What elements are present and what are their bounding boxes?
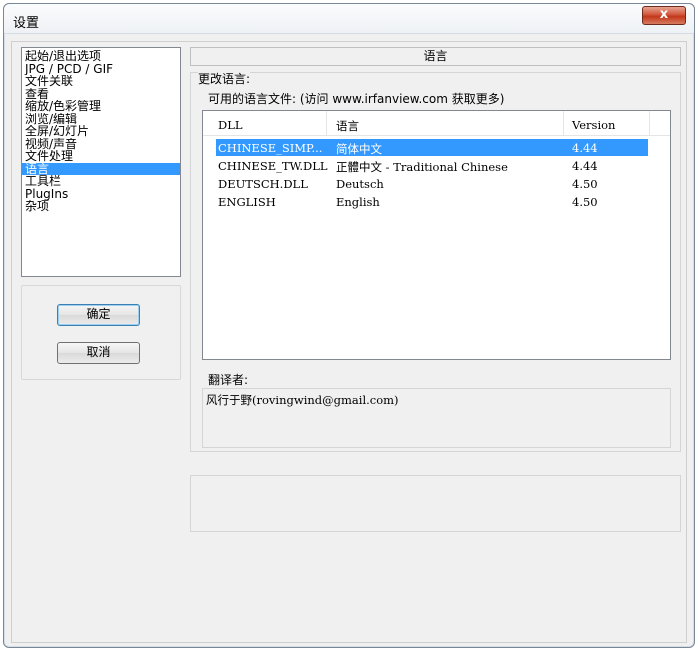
change-language-label: 更改语言: <box>198 70 251 87</box>
dialog-content: 起始/退出选项 JPG / PCD / GIF 文件关联 查看 缩放/色彩管理 … <box>11 41 687 643</box>
nav-item-zoom-color[interactable]: 缩放/色彩管理 <box>22 100 180 113</box>
close-icon: x <box>659 7 669 22</box>
column-header-dll[interactable]: DLL <box>218 118 243 132</box>
nav-item-file-associations[interactable]: 文件关联 <box>22 75 180 88</box>
table-row[interactable]: CHINESE_TW.DLL 正體中文 - Traditional Chines… <box>203 157 670 174</box>
table-row[interactable]: ENGLISH English 4.50 <box>203 193 670 210</box>
column-header-version[interactable]: Version <box>572 118 615 132</box>
row-dll: DEUTSCH.DLL <box>218 177 308 191</box>
panel-header: 语言 <box>190 47 681 66</box>
row-language: English <box>336 195 380 209</box>
row-dll: CHINESE_SIMP... <box>218 141 323 155</box>
column-separator[interactable] <box>649 111 650 135</box>
row-language: Deutsch <box>336 177 384 191</box>
column-separator[interactable] <box>326 111 327 135</box>
info-panel <box>190 475 681 532</box>
column-header-language[interactable]: 语言 <box>336 118 359 134</box>
row-dll: CHINESE_TW.DLL <box>218 159 328 173</box>
row-version: 4.44 <box>572 159 598 173</box>
nav-item-browse-edit[interactable]: 浏览/编辑 <box>22 113 180 126</box>
nav-item-fullscreen-slideshow[interactable]: 全屏/幻灯片 <box>22 125 180 138</box>
nav-item-misc[interactable]: 杂项 <box>22 200 180 213</box>
available-files-label: 可用的语言文件: (访问 www.irfanview.com 获取更多) <box>208 90 505 107</box>
nav-item-startup[interactable]: 起始/退出选项 <box>22 50 180 63</box>
row-version: 4.50 <box>572 195 598 209</box>
cancel-button[interactable]: 取消 <box>57 342 140 364</box>
settings-category-list[interactable]: 起始/退出选项 JPG / PCD / GIF 文件关联 查看 缩放/色彩管理 … <box>21 47 181 277</box>
nav-item-plugins[interactable]: PlugIns <box>22 188 180 201</box>
list-header: DLL 语言 Version <box>203 111 670 136</box>
translator-info-box: 风行于野(rovingwind@gmail.com) <box>202 388 671 448</box>
nav-item-viewing[interactable]: 查看 <box>22 88 180 101</box>
nav-item-toolbar[interactable]: 工具栏 <box>22 175 180 188</box>
row-language: 简体中文 <box>336 142 382 156</box>
table-row[interactable]: DEUTSCH.DLL Deutsch 4.50 <box>203 175 670 192</box>
button-group: 确定 取消 <box>21 285 181 380</box>
window-title: 设置 <box>13 16 40 31</box>
title-bar[interactable]: 设置 x <box>4 4 694 34</box>
column-separator[interactable] <box>563 111 564 135</box>
translator-label: 翻译者: <box>208 371 249 388</box>
row-version: 4.50 <box>572 177 598 191</box>
row-version: 4.44 <box>572 141 598 155</box>
ok-button[interactable]: 确定 <box>57 304 140 326</box>
row-language: 正體中文 - Traditional Chinese <box>336 160 508 174</box>
settings-dialog: 设置 x 起始/退出选项 JPG / PCD / GIF 文件关联 查看 缩放/… <box>3 3 695 648</box>
nav-item-file-handling[interactable]: 文件处理 <box>22 150 180 163</box>
table-row[interactable]: CHINESE_SIMP... 简体中文 4.44 <box>203 139 670 156</box>
nav-item-language[interactable]: 语言 <box>22 162 180 175</box>
close-button[interactable]: x <box>642 6 686 25</box>
nav-item-video-sound[interactable]: 视频/声音 <box>22 138 180 151</box>
row-dll: ENGLISH <box>218 195 276 209</box>
language-file-list[interactable]: DLL 语言 Version CHINESE_SIMP... 简体中文 4.44… <box>202 110 671 360</box>
nav-item-jpg-pcd-gif[interactable]: JPG / PCD / GIF <box>22 63 180 76</box>
translator-value: 风行于野(rovingwind@gmail.com) <box>206 393 399 407</box>
